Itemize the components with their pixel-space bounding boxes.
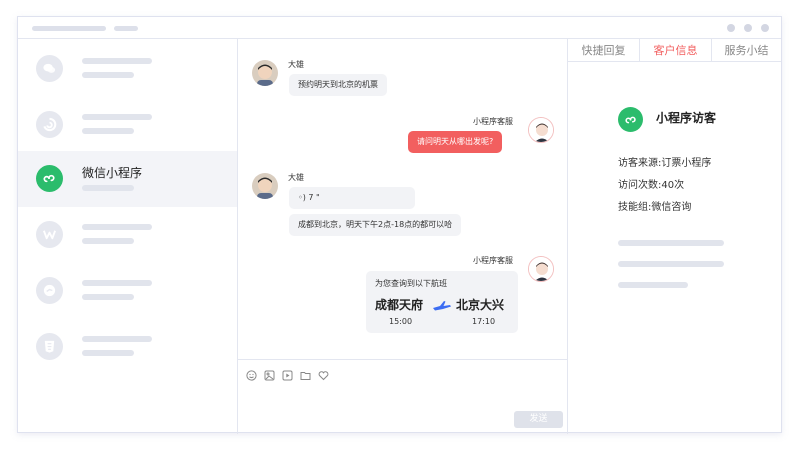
title-bar	[18, 17, 781, 39]
video-icon[interactable]	[282, 370, 293, 381]
channel-sidebar: 微信小程序	[18, 39, 238, 434]
tab-quick-reply[interactable]: 快捷回复	[568, 39, 640, 62]
placeholder-line	[82, 294, 134, 300]
image-icon[interactable]	[264, 370, 275, 381]
agent-avatar	[528, 256, 554, 282]
flight-card-title: 为您查询到以下航班	[375, 279, 447, 288]
sidebar-item-channel-5[interactable]	[18, 263, 237, 319]
placeholder-line	[618, 261, 724, 267]
miniprogram-icon	[618, 107, 643, 132]
agent-avatar	[528, 117, 554, 143]
departure-time: 15:00	[389, 317, 413, 326]
message-bubble[interactable]: 成都到北京，明天下午2点-18点的都可以哈	[289, 214, 462, 236]
title-placeholder-short	[114, 26, 138, 31]
visitor-title: 小程序访客	[656, 111, 717, 125]
arrival-time: 17:10	[472, 317, 496, 326]
departure-city: 成都天府	[375, 298, 424, 312]
info-source: 访客来源:订票小程序	[618, 154, 711, 169]
sidebar-item-channel-6[interactable]	[18, 319, 237, 375]
title-placeholder	[32, 26, 106, 31]
placeholder-line	[82, 114, 152, 120]
sidebar-item-label: 微信小程序	[82, 166, 143, 180]
placeholder-line	[82, 58, 152, 64]
sidebar-item-miniprogram[interactable]: 微信小程序	[18, 151, 237, 207]
message-composer[interactable]: 发送	[238, 359, 567, 434]
placeholder-line	[82, 185, 134, 191]
wechat-icon	[36, 55, 63, 82]
html5-icon	[36, 333, 63, 360]
swirl-icon	[36, 111, 63, 138]
emoji-icon[interactable]	[246, 370, 257, 381]
window-dot-1[interactable]	[727, 24, 735, 32]
placeholder-line	[82, 72, 134, 78]
placeholder-line	[82, 238, 134, 244]
sender-name: 小程序客服	[473, 256, 513, 265]
sender-name: 小程序客服	[473, 117, 513, 126]
arrival-city: 北京大兴	[456, 298, 505, 312]
placeholder-line	[82, 336, 152, 342]
voice-message[interactable]: ◦) 7 "	[289, 187, 415, 209]
sidebar-item-wechat[interactable]	[18, 41, 237, 97]
tab-customer-info[interactable]: 客户信息	[640, 39, 712, 62]
placeholder-line	[82, 128, 134, 134]
sidebar-item-channel-2[interactable]	[18, 97, 237, 153]
info-skill-group: 技能组:微信咨询	[618, 198, 691, 213]
window-dot-3[interactable]	[761, 24, 769, 32]
tab-service-summary[interactable]: 服务小结	[712, 39, 781, 62]
message-bubble-agent[interactable]: 请问明天从哪出发呢?	[408, 131, 503, 153]
flight-card[interactable]: 为您查询到以下航班 成都天府 北京大兴 15:00 17:10	[366, 271, 518, 333]
sidebar-item-channel-4[interactable]	[18, 207, 237, 263]
info-label: 访客来源:	[618, 158, 662, 169]
placeholder-line	[82, 280, 152, 286]
placeholder-line	[82, 350, 134, 356]
m-logo-icon	[36, 221, 63, 248]
placeholder-line	[618, 240, 724, 246]
app-window: 微信小程序 大雄 预约明天到北京的机票 小程序客服 请问明天从哪出发呢? 大雄 …	[17, 16, 782, 434]
window-dot-2[interactable]	[744, 24, 752, 32]
miniprogram-icon	[36, 165, 63, 192]
sender-name: 大雄	[288, 60, 304, 69]
info-visits: 访问次数:40次	[618, 176, 684, 191]
folder-icon[interactable]	[300, 370, 311, 381]
info-label: 技能组:	[618, 202, 652, 213]
placeholder-line	[618, 282, 688, 288]
placeholder-line	[82, 224, 152, 230]
customer-panel: 快捷回复 客户信息 服务小结 小程序访客 访客来源:订票小程序 访问次数:40次…	[568, 39, 781, 434]
customer-avatar	[252, 173, 278, 199]
send-button[interactable]: 发送	[514, 411, 563, 428]
sender-name: 大雄	[288, 173, 304, 182]
airplane-icon	[432, 297, 452, 311]
heart-icon[interactable]	[318, 370, 329, 381]
chat-bubble-icon	[36, 277, 63, 304]
message-bubble[interactable]: 预约明天到北京的机票	[289, 74, 387, 96]
customer-avatar	[252, 60, 278, 86]
panel-tabs: 快捷回复 客户信息 服务小结	[568, 39, 781, 62]
chat-panel: 大雄 预约明天到北京的机票 小程序客服 请问明天从哪出发呢? 大雄 ◦) 7 "…	[238, 39, 568, 434]
info-value: 订票小程序	[661, 158, 712, 169]
info-value: 微信咨询	[651, 202, 692, 213]
info-label: 访问次数:	[618, 180, 662, 191]
info-value: 40次	[661, 180, 685, 191]
